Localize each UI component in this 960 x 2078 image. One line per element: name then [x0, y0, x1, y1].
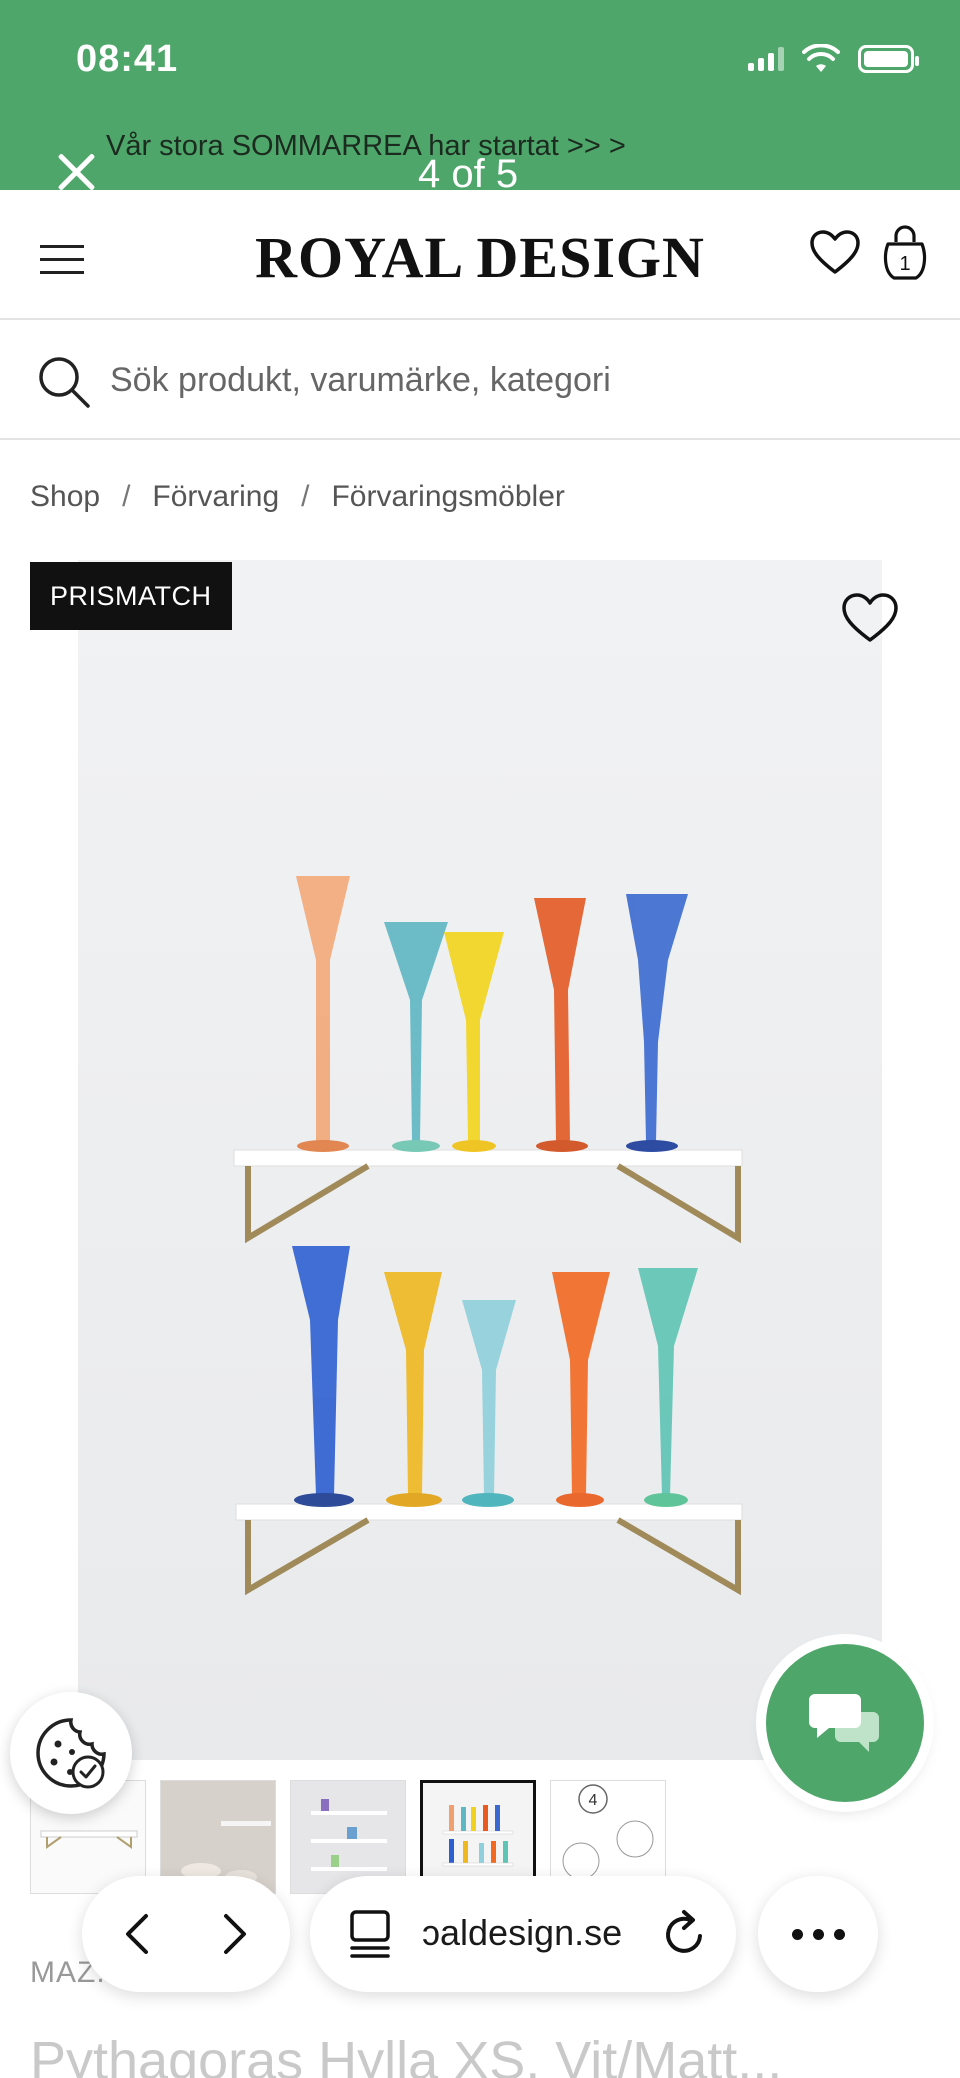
chat-icon [809, 1694, 879, 1752]
cookie-settings-button[interactable] [10, 1692, 132, 1814]
address-bar[interactable]: ɔaldesign.se [310, 1876, 736, 1992]
svg-text:4: 4 [589, 1792, 598, 1809]
browser-nav-pill [82, 1876, 290, 1992]
site-header: ROYAL DESIGN 1 [0, 190, 960, 320]
breadcrumb-separator: / [122, 480, 131, 513]
breadcrumb-separator: / [301, 480, 310, 513]
status-time: 08:41 [76, 38, 179, 80]
product-title: Pythagoras Hylla XS, Vit/Matt... [30, 2031, 783, 2078]
chevron-left-icon[interactable] [112, 1906, 168, 1962]
url-text[interactable]: ɔaldesign.se [422, 1912, 622, 1954]
reload-icon[interactable] [660, 1908, 710, 1960]
breadcrumb-item[interactable]: Förvaringsmöbler [331, 480, 564, 514]
wishlist-heart-icon[interactable] [840, 590, 900, 646]
search-icon [39, 357, 90, 408]
close-icon[interactable] [52, 148, 100, 196]
svg-text:1: 1 [899, 253, 910, 275]
status-icons [748, 44, 919, 74]
promo-link[interactable]: Vår stora SOMMARREA har startat >> > [106, 130, 626, 163]
prismatch-badge: PRISMATCH [30, 562, 232, 630]
bag-icon[interactable]: 1 [880, 224, 930, 282]
cookie-icon [36, 1718, 106, 1789]
tabs-icon[interactable] [346, 1908, 394, 1960]
more-icon[interactable] [758, 1876, 878, 1992]
chevron-right-icon[interactable] [204, 1906, 260, 1962]
top-banner: 08:41 Vår stora SOMMARREA har startat >>… [0, 0, 960, 196]
breadcrumb: Shop / Förvaring / Förvaringsmöbler [30, 480, 565, 514]
chat-button[interactable] [766, 1644, 924, 1802]
breadcrumb-item[interactable]: Shop [30, 480, 100, 514]
signal-icon [748, 47, 784, 71]
search-bar [0, 322, 960, 440]
heart-icon[interactable] [808, 226, 862, 280]
battery-icon [858, 45, 919, 73]
product-photo-shelves [78, 560, 882, 1760]
search-input[interactable] [110, 352, 930, 408]
breadcrumb-item[interactable]: Förvaring [152, 480, 279, 514]
wifi-icon [802, 44, 840, 72]
